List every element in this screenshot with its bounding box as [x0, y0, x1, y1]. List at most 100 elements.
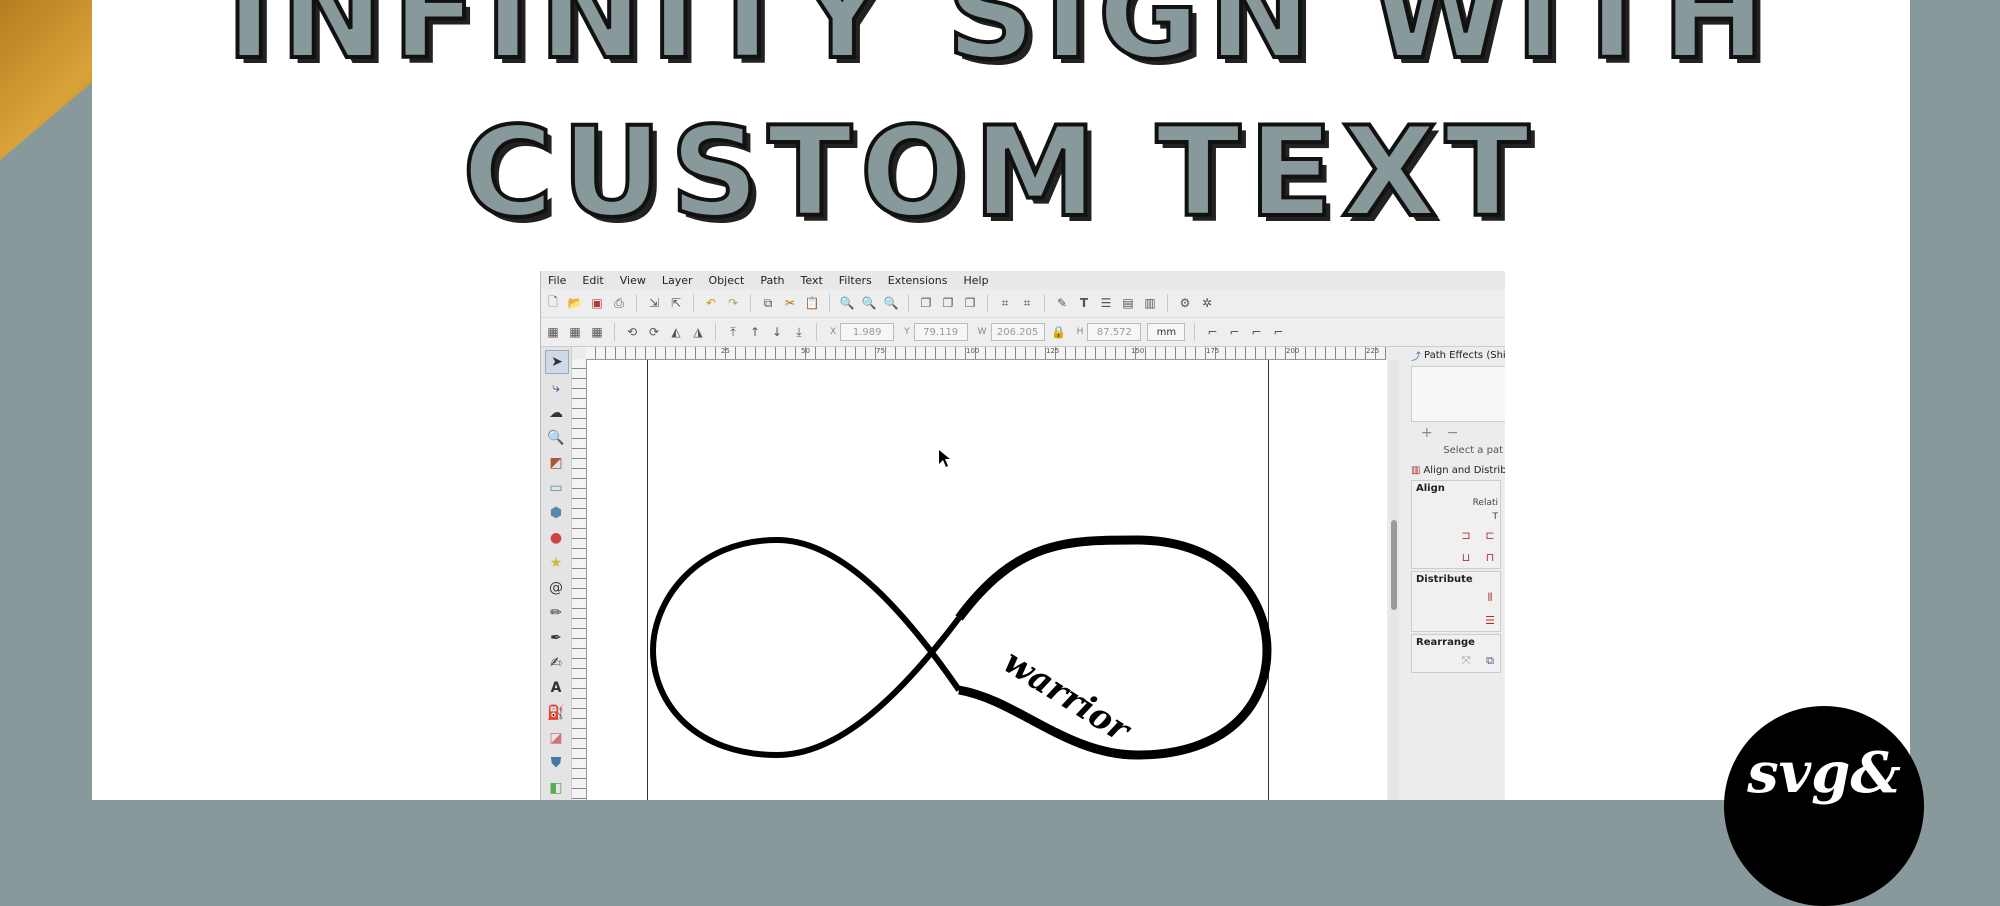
save-icon[interactable]: ▣	[589, 295, 605, 311]
align-distribute-panel-header[interactable]: ▥ Align and Distribute (Shift+	[1407, 462, 1505, 478]
menu-help[interactable]: Help	[960, 274, 991, 287]
spiral-tool-icon[interactable]: @	[545, 577, 567, 599]
document-properties-icon[interactable]: ⚙	[1177, 295, 1193, 311]
pen-tool-icon[interactable]: ✒	[545, 627, 567, 649]
align-top-edges-icon[interactable]: ⊓	[1482, 549, 1498, 565]
ellipse-tool-icon[interactable]: ●	[545, 527, 567, 549]
distribute-horizontal-icon[interactable]: ⫴	[1482, 590, 1498, 606]
print-icon[interactable]: ⎙	[611, 295, 627, 311]
import-icon[interactable]: ⇲	[646, 295, 662, 311]
menu-filters[interactable]: Filters	[836, 274, 875, 287]
menu-path[interactable]: Path	[757, 274, 787, 287]
measure-tool-icon[interactable]: ◩	[545, 452, 567, 474]
group-icon[interactable]: ⌗	[997, 295, 1013, 311]
menu-text[interactable]: Text	[798, 274, 826, 287]
spray-tool-icon[interactable]: ⛽	[545, 702, 567, 724]
remove-effect-icon[interactable]: −	[1447, 425, 1459, 441]
ruler-tick-label: 75	[876, 347, 885, 355]
move-gradients-icon[interactable]: ⌐	[1248, 324, 1264, 340]
node-tool-icon[interactable]: ⤷	[545, 377, 567, 399]
rearrange-section-label: Rearrange	[1416, 637, 1475, 648]
move-patterns-icon[interactable]: ⌐	[1270, 324, 1286, 340]
xml-editor-icon[interactable]: ▤	[1120, 295, 1136, 311]
text-tool-icon[interactable]: A	[545, 677, 567, 699]
lock-ratio-icon[interactable]: 🔒	[1051, 324, 1067, 340]
ruler-tick-label: 200	[1286, 347, 1300, 355]
scale-stroke-icon[interactable]: ⌐	[1204, 324, 1220, 340]
undo-icon[interactable]: ↶	[703, 295, 719, 311]
zoom-tool-icon[interactable]: 🔍	[545, 427, 567, 449]
clone-icon[interactable]: ❐	[940, 295, 956, 311]
raise-to-top-icon[interactable]: ⤒	[725, 324, 741, 340]
zoom-drawing-icon[interactable]: 🔍	[861, 295, 877, 311]
exchange-z-order-icon[interactable]: ⧉	[1482, 653, 1498, 669]
gradient-tool-icon[interactable]: ◧	[545, 777, 567, 799]
menu-layer[interactable]: Layer	[659, 274, 696, 287]
toolbox: ➤ ⤷ ☁ 🔍 ◩ ▭ ⬢ ● ★ @ ✏ ✒ ✍ A ⛽ ◪ ⛊ ◧	[541, 347, 572, 800]
menu-edit[interactable]: Edit	[579, 274, 606, 287]
rectangle-tool-icon[interactable]: ▭	[545, 477, 567, 499]
distribute-section-label: Distribute	[1416, 574, 1473, 585]
paint-bucket-tool-icon[interactable]: ⛊	[545, 752, 567, 774]
path-effects-panel-header[interactable]: ⤴ Path Effects (Shift+Ctrl+7)	[1407, 347, 1505, 363]
scrollbar-thumb[interactable]	[1391, 520, 1397, 610]
text-font-icon[interactable]: T	[1076, 295, 1092, 311]
zoom-page-icon[interactable]: 🔍	[883, 295, 899, 311]
copy-icon[interactable]: ⧉	[760, 295, 776, 311]
flip-vertical-icon[interactable]: ◮	[690, 324, 706, 340]
lower-to-bottom-icon[interactable]: ⤓	[791, 324, 807, 340]
drawing-canvas[interactable]: warrior	[587, 360, 1387, 800]
align-bottom-edge-icon[interactable]: ⊔	[1458, 549, 1474, 565]
paste-icon[interactable]: 📋	[804, 295, 820, 311]
width-input[interactable]: 206.205	[990, 323, 1045, 341]
vertical-scrollbar[interactable]	[1389, 360, 1399, 800]
3d-box-tool-icon[interactable]: ⬢	[545, 502, 567, 524]
rotate-ccw-icon[interactable]: ⟲	[624, 324, 640, 340]
exchange-positions-icon[interactable]: ⤧	[1458, 653, 1474, 669]
unit-select[interactable]: mm	[1147, 323, 1186, 341]
height-input[interactable]: 87.572	[1087, 323, 1142, 341]
distribute-vertical-icon[interactable]: ☰	[1482, 612, 1498, 628]
align-distribute-icon[interactable]: ▥	[1142, 295, 1158, 311]
cut-icon[interactable]: ✂	[782, 295, 798, 311]
raise-icon[interactable]: ↑	[747, 324, 763, 340]
menu-object[interactable]: Object	[706, 274, 748, 287]
ungroup-icon[interactable]: ⌗	[1019, 295, 1035, 311]
selector-tool-icon[interactable]: ➤	[545, 350, 569, 374]
open-folder-icon[interactable]: 📂	[567, 295, 583, 311]
align-distribute-icon: ▥	[1411, 464, 1421, 476]
eraser-tool-icon[interactable]: ◪	[545, 727, 567, 749]
align-left-edges-icon[interactable]: ⊏	[1482, 527, 1498, 543]
ruler-tick-label: 175	[1206, 347, 1220, 355]
menu-extensions[interactable]: Extensions	[885, 274, 951, 287]
preferences-icon[interactable]: ✲	[1199, 295, 1215, 311]
unlink-clone-icon[interactable]: ❐	[962, 295, 978, 311]
export-icon[interactable]: ⇱	[668, 295, 684, 311]
y-input[interactable]: 79.119	[913, 323, 968, 341]
rotate-cw-icon[interactable]: ⟳	[646, 324, 662, 340]
right-dock-panel: ⤴ Path Effects (Shift+Ctrl+7) + − Select…	[1407, 347, 1505, 800]
scale-corners-icon[interactable]: ⌐	[1226, 324, 1242, 340]
duplicate-icon[interactable]: ❐	[918, 295, 934, 311]
new-document-icon[interactable]: 🗋	[545, 295, 561, 311]
add-effect-icon[interactable]: +	[1421, 425, 1433, 441]
calligraphy-tool-icon[interactable]: ✍	[545, 652, 567, 674]
align-right-edge-icon[interactable]: ⊐	[1458, 527, 1474, 543]
pencil-tool-icon[interactable]: ✏	[545, 602, 567, 624]
path-effects-list[interactable]	[1411, 366, 1505, 422]
menu-view[interactable]: View	[617, 274, 649, 287]
zoom-selection-icon[interactable]: 🔍	[839, 295, 855, 311]
path-effects-hint: Select a pat	[1443, 445, 1503, 456]
tweak-tool-icon[interactable]: ☁	[545, 402, 567, 424]
star-tool-icon[interactable]: ★	[545, 552, 567, 574]
select-all-icon[interactable]: ▦	[545, 324, 561, 340]
menu-file[interactable]: File	[545, 274, 569, 287]
fill-stroke-icon[interactable]: ✎	[1054, 295, 1070, 311]
deselect-icon[interactable]: ▦	[589, 324, 605, 340]
redo-icon[interactable]: ↷	[725, 295, 741, 311]
x-input[interactable]: 1.989	[840, 323, 895, 341]
layers-icon[interactable]: ☰	[1098, 295, 1114, 311]
lower-icon[interactable]: ↓	[769, 324, 785, 340]
flip-horizontal-icon[interactable]: ◭	[668, 324, 684, 340]
select-all-layers-icon[interactable]: ▦	[567, 324, 583, 340]
